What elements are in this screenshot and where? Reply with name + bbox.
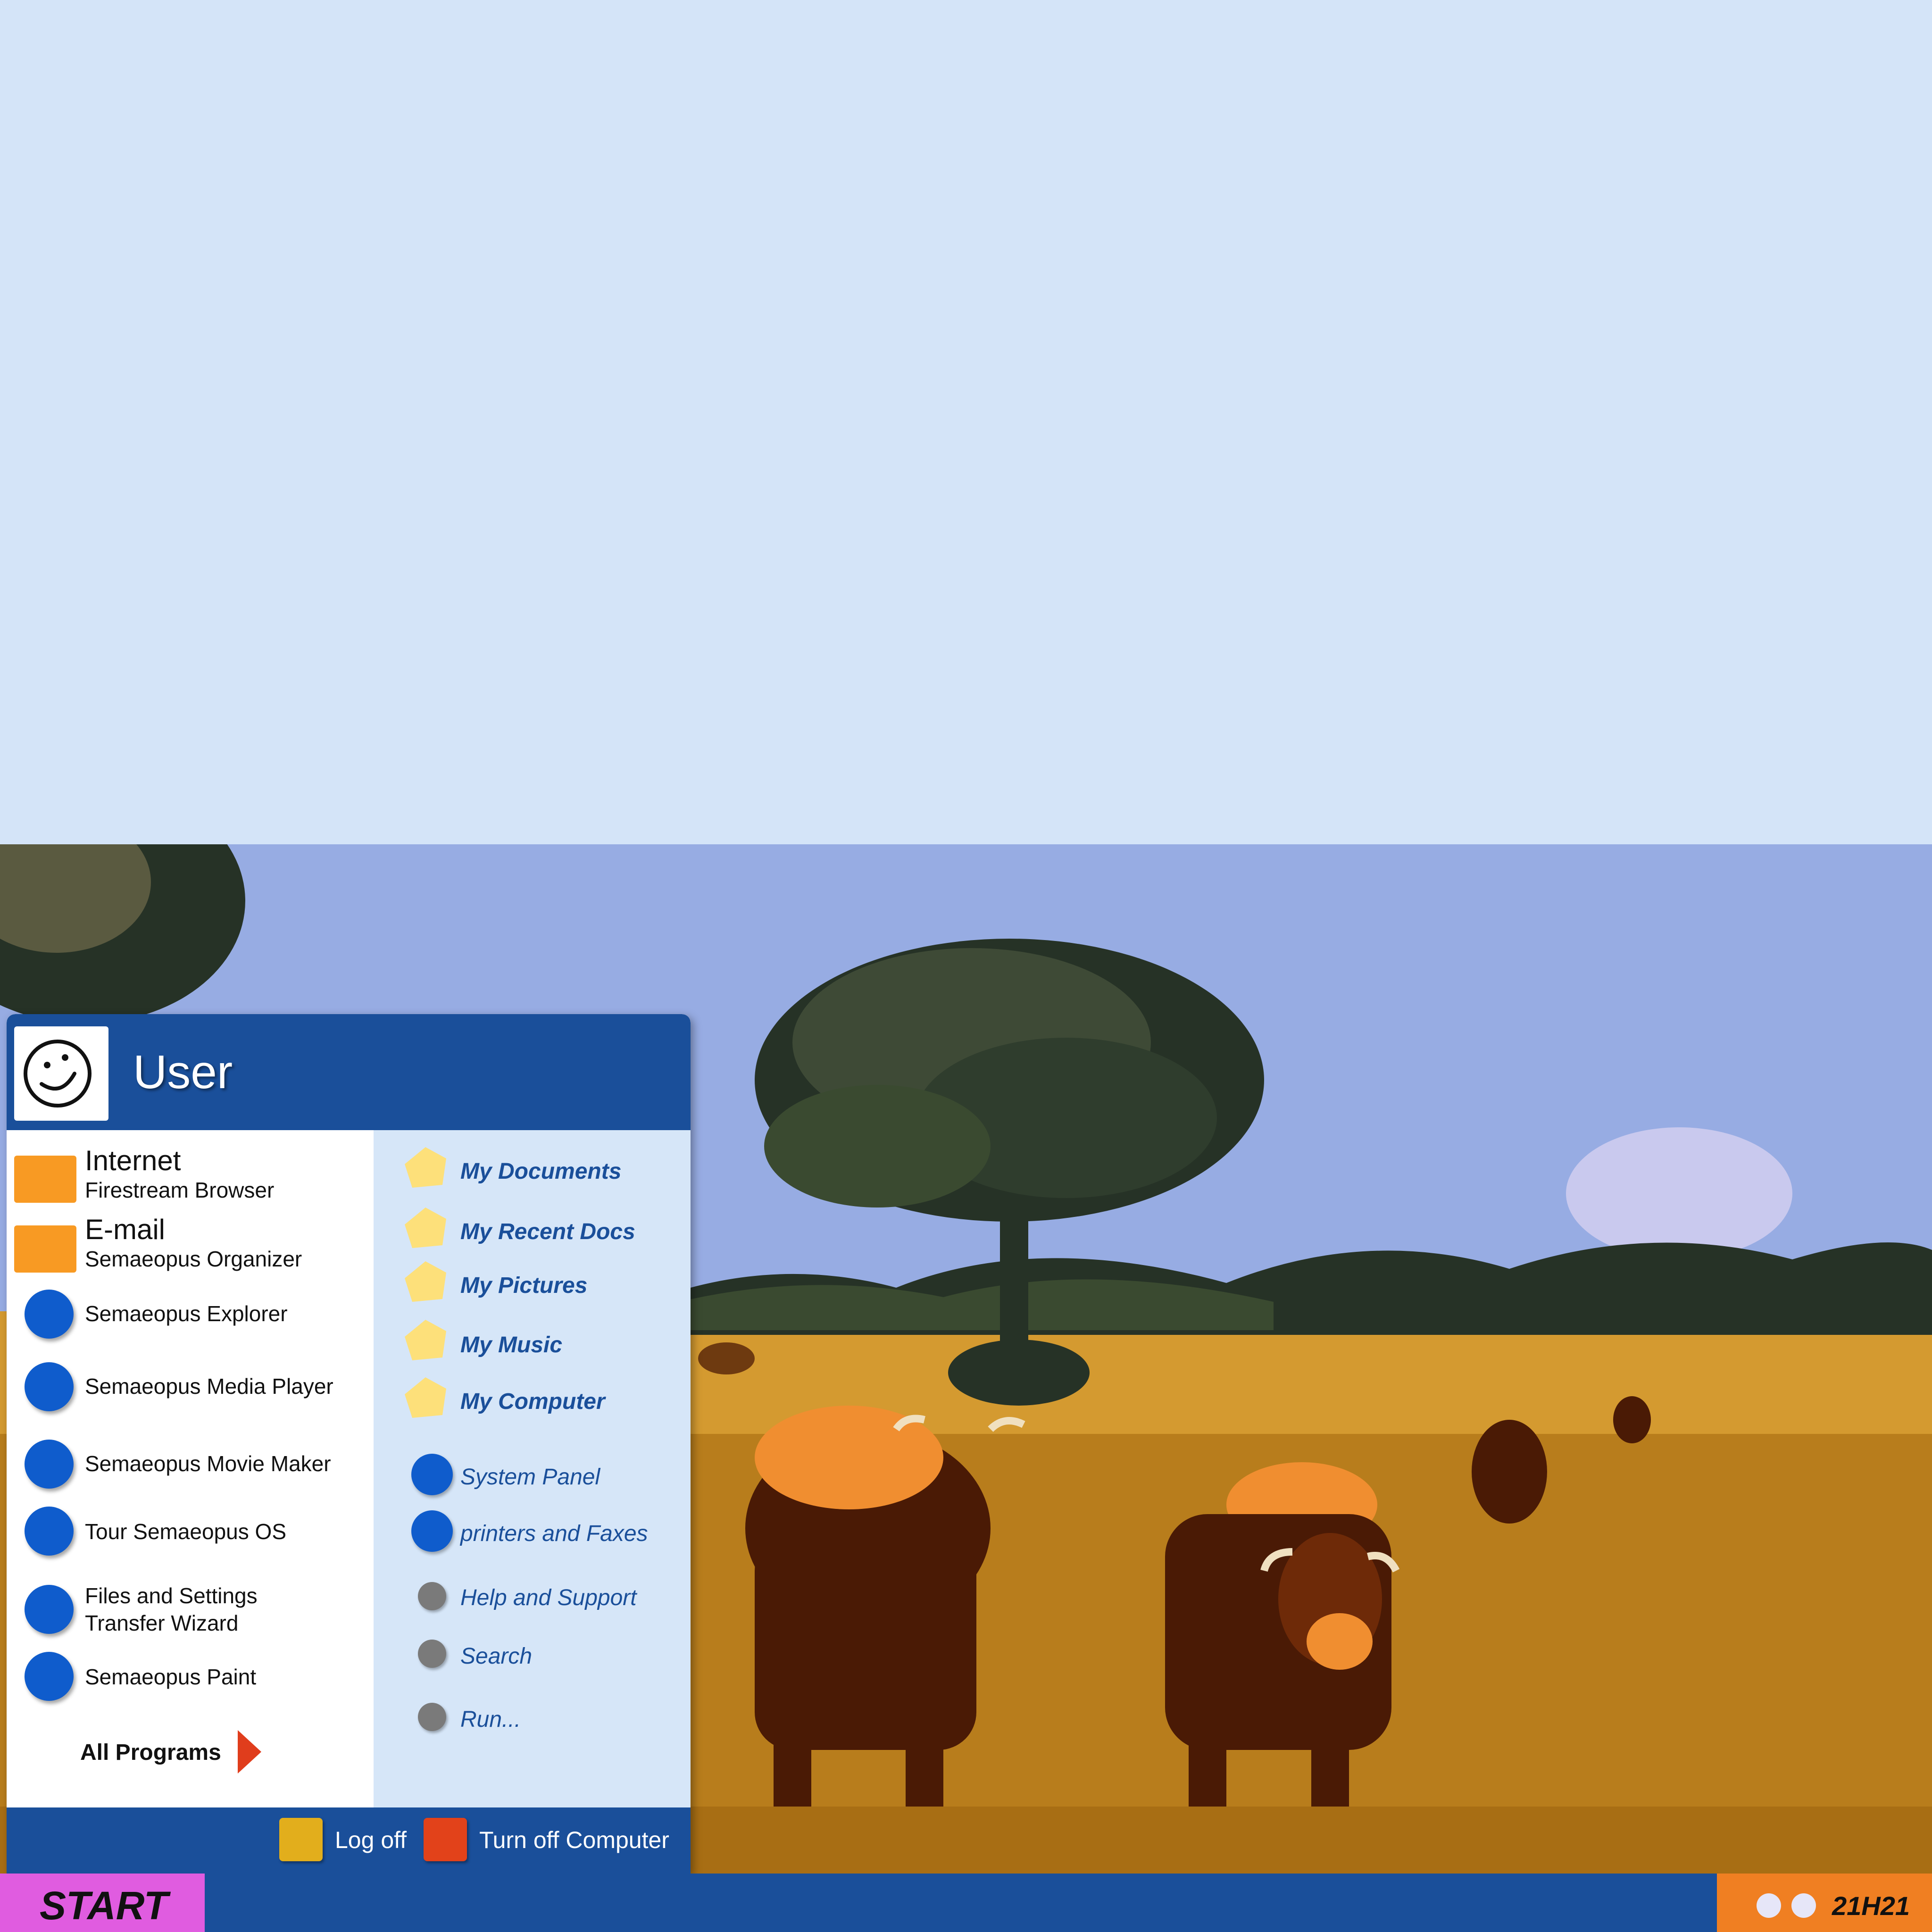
program-transfer-wizard[interactable]: Files and Settings Transfer Wizard: [7, 1576, 374, 1647]
system-label: printers and Faxes: [460, 1521, 648, 1546]
power-icon: [424, 1818, 467, 1861]
turn-off-button[interactable]: Turn off Computer: [424, 1818, 688, 1863]
log-off-label: Log off: [335, 1827, 407, 1853]
clock[interactable]: 21H21: [1832, 1890, 1910, 1921]
tray-status-icon[interactable]: [1757, 1893, 1781, 1918]
all-programs-button[interactable]: All Programs: [7, 1724, 374, 1776]
user-avatar[interactable]: [14, 1026, 108, 1121]
run-item[interactable]: Run...: [374, 1696, 691, 1739]
program-label: Semaeopus Explorer: [85, 1301, 288, 1326]
start-label: START: [40, 1883, 168, 1928]
turn-off-label: Turn off Computer: [479, 1827, 669, 1853]
tool-label: Help and Support: [460, 1585, 637, 1610]
mail-icon: [14, 1225, 76, 1273]
pinned-email[interactable]: E-mail Semaeopus Organizer: [7, 1199, 374, 1273]
log-off-icon: [279, 1818, 323, 1861]
program-movie-maker[interactable]: Semaeopus Movie Maker: [7, 1436, 374, 1492]
help-icon: [418, 1582, 446, 1610]
program-label: Files and Settings Transfer Wizard: [85, 1583, 258, 1635]
user-name: User: [133, 1046, 233, 1099]
pinned-programs-column: Internet Firestream Browser E-mail Semae…: [7, 1130, 374, 1807]
taskbar: START 21H21: [0, 1874, 1932, 1932]
program-label: Semaeopus Media Player: [85, 1374, 333, 1399]
search-item[interactable]: Search: [374, 1633, 691, 1675]
log-off-button[interactable]: Log off: [279, 1818, 421, 1863]
run-icon: [418, 1703, 446, 1731]
tool-label: Run...: [460, 1707, 521, 1732]
printers-and-faxes[interactable]: printers and Faxes: [374, 1507, 691, 1555]
program-explorer[interactable]: Semaeopus Explorer: [7, 1286, 374, 1342]
printer-icon: [411, 1510, 453, 1552]
program-paint[interactable]: Semaeopus Paint: [7, 1649, 374, 1706]
tour-icon: [25, 1507, 74, 1556]
tray-status-icon[interactable]: [1791, 1893, 1816, 1918]
program-tour[interactable]: Tour Semaeopus OS: [7, 1503, 374, 1559]
program-label: Semaeopus Paint: [85, 1665, 257, 1689]
pinned-subtitle: Semaeopus Organizer: [85, 1247, 302, 1271]
search-icon: [418, 1640, 446, 1668]
arrow-right-icon: [238, 1730, 261, 1774]
movie-maker-icon: [25, 1440, 74, 1489]
all-programs-label: All Programs: [80, 1740, 221, 1765]
program-label: Tour Semaeopus OS: [85, 1519, 287, 1544]
system-label: System Panel: [460, 1465, 600, 1490]
media-player-icon: [25, 1362, 74, 1411]
program-media-player[interactable]: Semaeopus Media Player: [7, 1358, 374, 1415]
pinned-internet[interactable]: Internet Firestream Browser: [7, 1130, 374, 1203]
system-panel-icon: [411, 1454, 453, 1495]
tool-label: Search: [460, 1644, 533, 1669]
start-button[interactable]: START: [0, 1874, 205, 1932]
start-menu-header: User: [7, 1014, 691, 1130]
program-label: Semaeopus Movie Maker: [85, 1451, 331, 1476]
system-panel[interactable]: System Panel: [374, 1451, 691, 1498]
pinned-title: Internet: [85, 1145, 181, 1176]
browser-icon: [14, 1156, 76, 1203]
pinned-title: E-mail: [85, 1214, 166, 1245]
start-menu-footer: Log off Turn off Computer: [7, 1807, 691, 1874]
help-and-support[interactable]: Help and Support: [374, 1575, 691, 1618]
paint-icon: [25, 1652, 74, 1701]
smiley-face-icon: [24, 1040, 92, 1108]
explorer-icon: [25, 1290, 74, 1339]
transfer-wizard-icon: [25, 1585, 74, 1634]
system-tray: 21H21: [1717, 1874, 1932, 1932]
empty-top-area: [0, 0, 1932, 844]
right-column-items: System Panel printers and Faxes Help and…: [374, 1130, 691, 1807]
